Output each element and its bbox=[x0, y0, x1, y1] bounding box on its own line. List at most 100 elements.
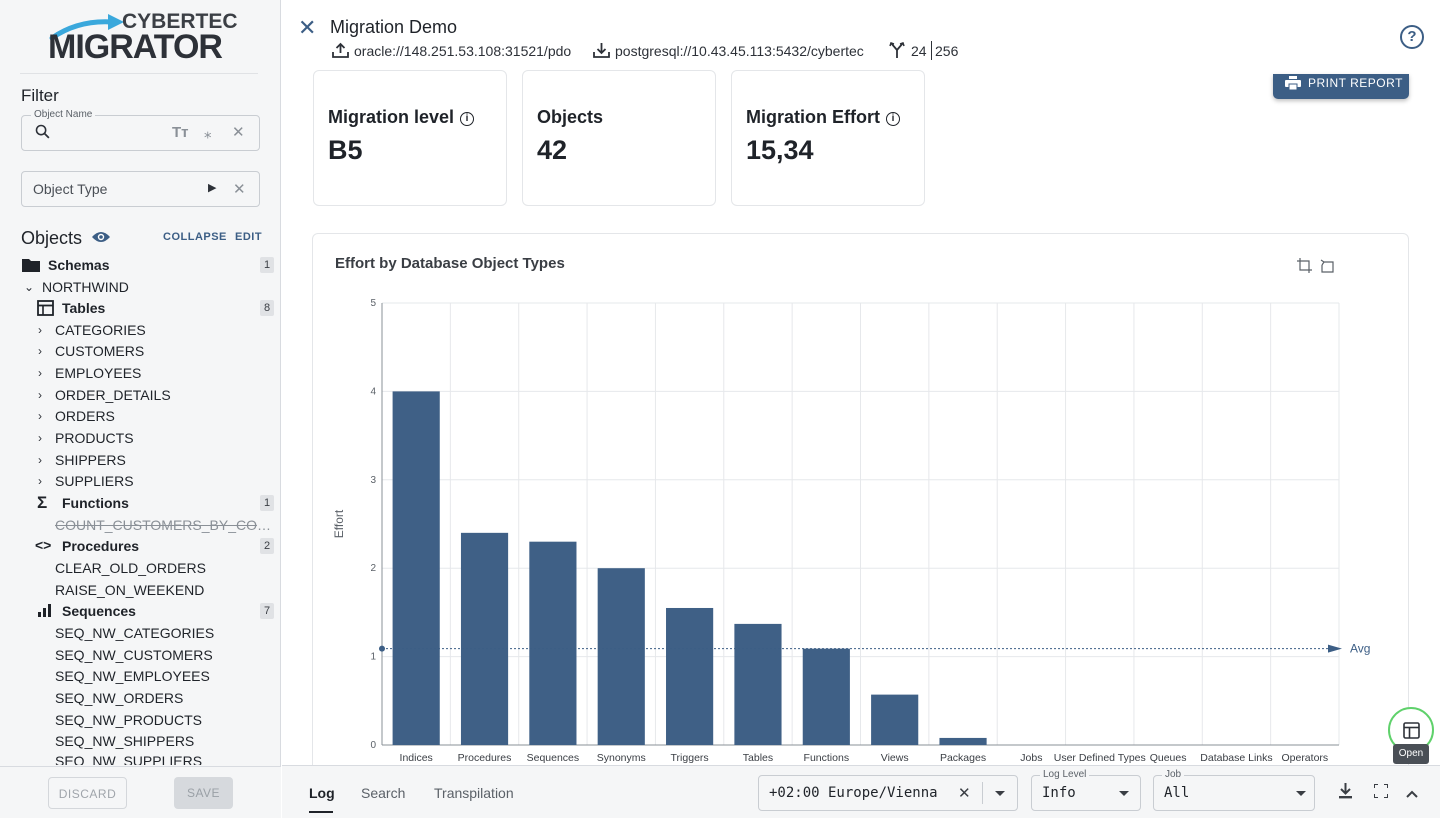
tree-sequences[interactable]: Sequences 7 bbox=[0, 601, 281, 622]
object-name-legend: Object Name bbox=[31, 109, 96, 120]
tree-label: SEQ_NW_EMPLOYEES bbox=[55, 668, 210, 684]
tree-label: COUNT_CUSTOMERS_BY_COUNTRY bbox=[55, 517, 275, 533]
edit-button[interactable]: EDIT bbox=[235, 231, 262, 243]
tree-label: Sequences bbox=[62, 603, 136, 619]
regex-icon[interactable]: ⁎ bbox=[204, 124, 212, 142]
effort-bar-chart: 0 1 2 3 4 5 Indices Procedures Sequences Synonyms… bbox=[332, 298, 1370, 764]
filter-title: Filter bbox=[21, 86, 59, 105]
bar bbox=[734, 623, 782, 745]
tree-sequence-item[interactable]: SEQ_NW_CUSTOMERS bbox=[0, 645, 281, 666]
caret-down-icon[interactable] bbox=[1119, 791, 1129, 796]
chevron-down-icon[interactable]: ⌄ bbox=[24, 280, 34, 294]
chevron-right-icon[interactable]: › bbox=[38, 323, 42, 337]
clear-icon[interactable]: ✕ bbox=[233, 180, 246, 198]
tree-functions[interactable]: Σ Functions 1 bbox=[0, 493, 281, 514]
close-icon[interactable]: ✕ bbox=[298, 15, 316, 41]
clear-icon[interactable]: ✕ bbox=[958, 784, 971, 802]
tree-schema-northwind[interactable]: ⌄ NORTHWIND bbox=[0, 277, 281, 298]
text-case-icon[interactable]: Tт bbox=[172, 124, 189, 141]
sigma-icon: Σ bbox=[37, 493, 48, 512]
tree-table-item[interactable]: › SUPPLIERS bbox=[0, 471, 281, 492]
code-icon: <> bbox=[35, 537, 52, 553]
caret-right-icon[interactable]: ▶ bbox=[208, 181, 216, 194]
chevron-right-icon[interactable]: › bbox=[38, 409, 42, 423]
help-icon[interactable]: ? bbox=[1400, 25, 1424, 49]
card-label-text: Migration level bbox=[328, 107, 455, 127]
chevron-right-icon[interactable]: › bbox=[38, 344, 42, 358]
divider bbox=[982, 782, 983, 804]
chevron-right-icon[interactable]: › bbox=[38, 366, 42, 380]
print-report-label: PRINT REPORT bbox=[1308, 76, 1403, 90]
tree-table-item[interactable]: › ORDER_DETAILS bbox=[0, 385, 281, 406]
download-log-icon[interactable] bbox=[1338, 783, 1353, 804]
count-badge: 1 bbox=[260, 495, 274, 511]
collapse-button[interactable]: COLLAPSE bbox=[163, 231, 227, 243]
tree-sequence-item[interactable]: SEQ_NW_EMPLOYEES bbox=[0, 666, 281, 687]
job-select[interactable]: Job All bbox=[1153, 769, 1315, 811]
chevron-right-icon[interactable]: › bbox=[38, 474, 42, 488]
timezone-value: +02:00 Europe/Vienna bbox=[769, 785, 938, 801]
tree-sequence-item[interactable]: SEQ_NW_CATEGORIES bbox=[0, 623, 281, 644]
tree-procedures[interactable]: <> Procedures 2 bbox=[0, 536, 281, 557]
tree-table-item[interactable]: › EMPLOYEES bbox=[0, 363, 281, 384]
migration-level-card: Migration level i B5 bbox=[313, 70, 507, 206]
chevron-right-icon[interactable]: › bbox=[38, 453, 42, 467]
tree-sequence-item[interactable]: SEQ_NW_PRODUCTS bbox=[0, 710, 281, 731]
print-report-button[interactable]: PRINT REPORT bbox=[1273, 74, 1409, 99]
merge-icon bbox=[889, 42, 905, 64]
tree-sequence-item[interactable]: SEQ_NW_ORDERS bbox=[0, 688, 281, 709]
tab-log[interactable]: Log bbox=[309, 785, 335, 801]
bar bbox=[597, 568, 645, 745]
job-legend: Job bbox=[1162, 769, 1185, 780]
caret-down-icon[interactable] bbox=[1296, 791, 1306, 796]
tree-sequence-item[interactable]: SEQ_NW_SUPPLIERS bbox=[0, 751, 281, 765]
search-icon bbox=[34, 123, 51, 144]
discard-button[interactable]: DISCARD bbox=[48, 777, 127, 809]
tree-table-item[interactable]: › ORDERS bbox=[0, 406, 281, 427]
timezone-select[interactable]: +02:00 Europe/Vienna ✕ bbox=[758, 775, 1018, 811]
log-level-select[interactable]: Log Level Info bbox=[1031, 769, 1141, 811]
log-level-value: Info bbox=[1042, 785, 1076, 801]
tree-schemas[interactable]: Schemas 1 bbox=[0, 255, 281, 276]
caret-down-icon[interactable] bbox=[995, 791, 1005, 796]
objects-title: Objects bbox=[21, 228, 83, 248]
objects-card: Objects 42 bbox=[522, 70, 716, 206]
info-icon[interactable]: i bbox=[885, 112, 900, 126]
tab-transpilation[interactable]: Transpilation bbox=[434, 785, 514, 801]
tree-table-item[interactable]: › SHIPPERS bbox=[0, 450, 281, 471]
tree-table-item[interactable]: › CATEGORIES bbox=[0, 320, 281, 341]
chevron-up-icon[interactable] bbox=[1405, 786, 1419, 804]
x-tick-label: Views bbox=[881, 752, 909, 764]
count-b: 256 bbox=[935, 43, 959, 59]
fullscreen-icon[interactable] bbox=[1373, 783, 1389, 803]
object-type-field[interactable]: Object Type ▶ ✕ bbox=[21, 171, 260, 207]
tree-label: RAISE_ON_WEEKEND bbox=[55, 582, 205, 598]
tree-label: SEQ_NW_SUPPLIERS bbox=[55, 753, 203, 765]
info-icon[interactable]: i bbox=[460, 112, 475, 126]
bar bbox=[460, 532, 509, 745]
tree-table-item[interactable]: › PRODUCTS bbox=[0, 428, 281, 449]
eye-icon[interactable] bbox=[91, 230, 111, 249]
chevron-right-icon[interactable]: › bbox=[38, 431, 42, 445]
tree-table-item[interactable]: › CUSTOMERS bbox=[0, 341, 281, 362]
table-icon bbox=[37, 300, 54, 319]
tree-label: ORDER_DETAILS bbox=[55, 387, 171, 403]
printer-icon bbox=[1285, 76, 1301, 93]
tree-sequence-item[interactable]: SEQ_NW_SHIPPERS bbox=[0, 731, 281, 752]
active-tab-indicator bbox=[309, 811, 333, 813]
bar bbox=[392, 391, 440, 745]
y-tick-label: 1 bbox=[370, 652, 376, 663]
object-name-field[interactable]: Object Name Tт ⁎ ✕ bbox=[21, 109, 260, 151]
tree-label: Schemas bbox=[48, 257, 110, 273]
tree-procedure-item[interactable]: CLEAR_OLD_ORDERS bbox=[0, 558, 281, 579]
save-button[interactable]: SAVE bbox=[174, 777, 233, 809]
tree-procedure-item[interactable]: RAISE_ON_WEEKEND bbox=[0, 580, 281, 601]
tree-tables[interactable]: Tables 8 bbox=[0, 298, 281, 319]
tree-label: SUPPLIERS bbox=[55, 473, 134, 489]
tree-function-item[interactable]: COUNT_CUSTOMERS_BY_COUNTRY bbox=[0, 515, 281, 536]
chevron-right-icon[interactable]: › bbox=[38, 388, 42, 402]
count-badge: 1 bbox=[260, 257, 274, 273]
open-tooltip: Open bbox=[1393, 744, 1429, 764]
tab-search[interactable]: Search bbox=[361, 785, 405, 801]
clear-icon[interactable]: ✕ bbox=[232, 123, 245, 141]
